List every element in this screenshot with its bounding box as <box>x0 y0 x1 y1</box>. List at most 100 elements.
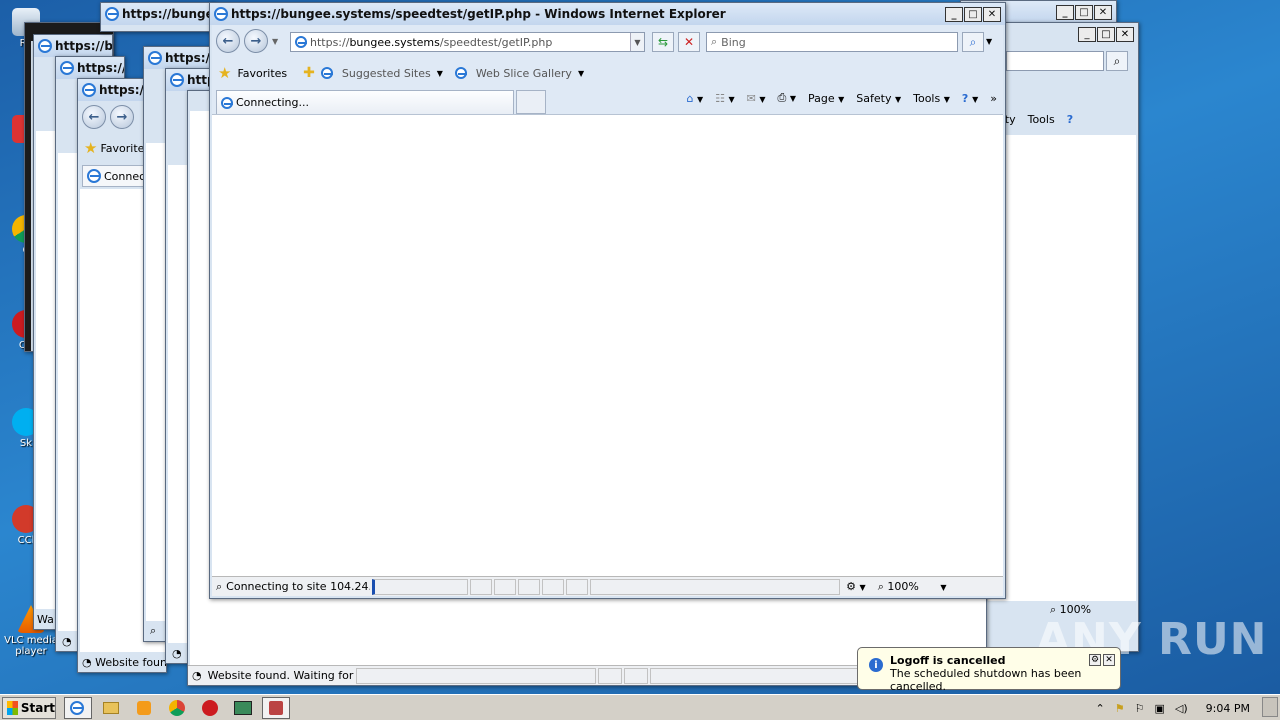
stop-icon: ✕ <box>683 35 695 49</box>
show-hidden-icons-button[interactable]: ⌃ <box>1096 702 1105 715</box>
network-icon[interactable]: ▣ <box>1155 702 1165 715</box>
maximize-button[interactable]: □ <box>1097 27 1115 42</box>
taskbar-app-button[interactable] <box>229 697 257 719</box>
search-placeholder: Bing <box>721 35 746 49</box>
action-center-icon[interactable]: ⚑ <box>1115 702 1125 715</box>
favorites-label[interactable]: Favorite <box>100 142 144 155</box>
back-button[interactable]: ← <box>216 29 240 53</box>
minimize-button[interactable]: _ <box>1056 5 1074 20</box>
window-title: https://bunge <box>77 61 124 75</box>
status-bar: ⌕ Connecting to site 104.24.10 ⚙ ▼ ⌕ 100… <box>212 576 1003 596</box>
taskbar-media-player-button[interactable] <box>130 697 158 719</box>
minimize-button[interactable]: _ <box>945 7 963 22</box>
close-button[interactable]: ✕ <box>1094 5 1112 20</box>
notification-balloon[interactable]: i Logoff is cancelled The scheduled shut… <box>857 647 1121 693</box>
ie-icon <box>214 7 228 21</box>
info-icon: i <box>869 658 883 672</box>
print-icon[interactable]: ⎙ ▼ <box>778 91 796 105</box>
address-dropdown-button[interactable]: ▼ <box>630 33 644 51</box>
protected-mode-icon[interactable]: ⚙ ▼ <box>846 580 866 593</box>
flag-icon[interactable]: ⚐ <box>1135 702 1145 715</box>
search-box[interactable] <box>1006 51 1104 71</box>
help-icon[interactable]: ? <box>1067 113 1073 126</box>
start-button[interactable]: Start <box>2 696 56 719</box>
ie-window-bg-4[interactable]: https://bunge <box>100 2 215 32</box>
safety-menu[interactable]: Safety ▼ <box>856 92 901 105</box>
chrome-icon <box>169 699 185 716</box>
ie-icon <box>105 7 119 21</box>
status-text: Connecting to site 104.24.10 <box>226 580 371 593</box>
more-chevron-icon[interactable]: » <box>990 92 997 105</box>
ie-icon <box>221 96 233 109</box>
command-bar: ⌂ ▼ ☷ ▼ ✉ ▼ ⎙ ▼ Page ▼ Safety ▼ Tools ▼ … <box>687 91 998 105</box>
status-text: Website found. Waiting for re <box>207 669 354 682</box>
ie-window-right-2[interactable]: _ □ ✕ ⌕ ety Tools ? ⌕ 100% <box>985 22 1139 652</box>
opera-icon <box>202 699 218 716</box>
ie-icon <box>320 67 333 79</box>
back-arrow-icon: ← <box>222 33 234 49</box>
taskbar-opera-button[interactable] <box>196 697 224 719</box>
taskbar-explorer-button[interactable] <box>97 697 125 719</box>
status-icon: ◔ <box>192 669 202 682</box>
forward-button[interactable]: → <box>244 29 268 53</box>
status-pane <box>518 578 541 595</box>
window-titlebar[interactable]: https://bunge <box>56 57 124 79</box>
taskbar-app-button-2[interactable] <box>262 696 290 719</box>
suggested-sites-link[interactable]: Suggested Sites <box>342 67 431 80</box>
balloon-title: Logoff is cancelled <box>890 654 1006 667</box>
clock[interactable]: 9:04 PM <box>1206 702 1250 715</box>
start-label: Start <box>20 700 55 715</box>
taskbar-ie-button[interactable] <box>64 696 92 719</box>
tools-menu[interactable]: Tools ▼ <box>913 92 950 105</box>
maximize-button[interactable]: □ <box>1075 5 1093 20</box>
minimize-button[interactable]: _ <box>1078 27 1096 42</box>
forward-button[interactable]: → <box>110 105 134 129</box>
back-arrow-icon: ← <box>88 109 100 125</box>
search-button[interactable]: ⌕ <box>962 32 984 52</box>
search-options-dropdown[interactable]: ▼ <box>986 37 992 46</box>
show-desktop-button[interactable] <box>1262 697 1278 717</box>
status-pane <box>597 667 622 684</box>
windows-logo-icon <box>7 700 18 715</box>
window-titlebar[interactable]: https://bunge <box>101 3 214 25</box>
status-pane <box>542 578 565 595</box>
refresh-button[interactable]: ⇆ <box>652 32 674 52</box>
search-button[interactable]: ⌕ <box>1106 51 1128 71</box>
recent-pages-dropdown[interactable]: ▼ <box>272 37 278 46</box>
window-titlebar[interactable]: https://bunge <box>34 35 112 57</box>
tools-menu[interactable]: Tools <box>1028 113 1055 126</box>
home-icon[interactable]: ⌂ ▼ <box>687 92 704 105</box>
feeds-icon[interactable]: ☷ ▼ <box>715 92 735 105</box>
new-tab-button[interactable] <box>516 90 546 114</box>
favorites-button[interactable]: Favorites <box>237 67 287 80</box>
back-button[interactable]: ← <box>82 105 106 129</box>
maximize-button[interactable]: □ <box>964 7 982 22</box>
close-button[interactable]: ✕ <box>983 7 1001 22</box>
taskbar-chrome-button[interactable] <box>163 697 191 719</box>
close-button[interactable]: ✕ <box>1116 27 1134 42</box>
forward-arrow-icon: → <box>116 109 128 125</box>
desktop-icon-label: Sk <box>19 438 33 449</box>
progress-bar <box>372 578 469 595</box>
stop-button[interactable]: ✕ <box>678 32 700 52</box>
ie-window-main[interactable]: https://bungee.systems/speedtest/getIP.p… <box>209 2 1006 599</box>
status-pane <box>590 578 841 595</box>
balloon-options-button[interactable]: ⚙ <box>1089 654 1101 666</box>
page-menu[interactable]: Page ▼ <box>808 92 844 105</box>
favorites-star-icon: ★ <box>84 139 98 157</box>
search-input[interactable]: ⌕ Bing <box>706 32 958 52</box>
volume-icon[interactable]: ◁) <box>1175 702 1188 715</box>
forward-arrow-icon: → <box>250 33 262 49</box>
zoom-control[interactable]: ⌕ 100% ▼ <box>878 580 947 594</box>
ie-icon <box>454 67 467 79</box>
window-titlebar[interactable]: https://bunge <box>144 47 212 69</box>
address-bar[interactable]: https://bungee.systems/speedtest/getIP.p… <box>290 32 645 52</box>
web-slice-gallery-link[interactable]: Web Slice Gallery <box>476 67 572 80</box>
add-to-favorites-icon[interactable]: ✚ <box>303 65 315 81</box>
mail-icon[interactable]: ✉ ▼ <box>747 92 766 105</box>
balloon-close-button[interactable]: ✕ <box>1103 654 1115 666</box>
tab-connecting[interactable]: Connecting... <box>216 90 514 114</box>
ie-icon <box>69 700 84 715</box>
window-titlebar[interactable]: https://bungee.systems/speedtest/getIP.p… <box>210 3 1005 25</box>
help-icon[interactable]: ? ▼ <box>962 92 978 105</box>
